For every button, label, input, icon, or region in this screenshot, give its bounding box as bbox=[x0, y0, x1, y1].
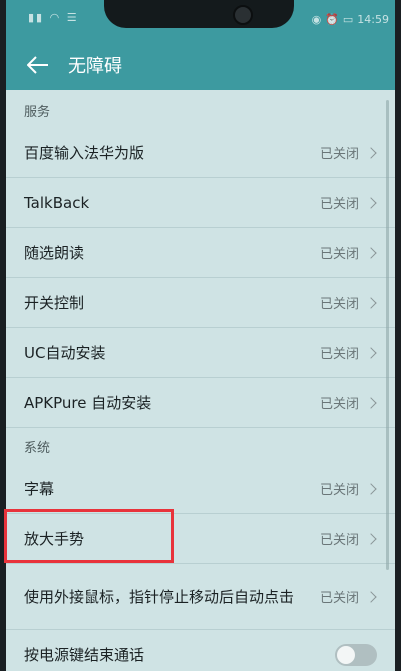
list-item[interactable]: UC自动安装 已关闭 bbox=[6, 328, 395, 378]
bezel-right bbox=[395, 0, 401, 671]
item-status: 已关闭 bbox=[319, 533, 359, 548]
list-item[interactable]: 随选朗读 已关闭 bbox=[6, 228, 395, 278]
status-right: ◉ ⏰ ▭ 14:59 bbox=[312, 13, 389, 26]
scrollbar[interactable] bbox=[386, 100, 389, 570]
clock: 14:59 bbox=[357, 13, 389, 26]
chevron-right-icon bbox=[365, 396, 377, 409]
item-label: 百度输入法华为版 bbox=[24, 143, 145, 162]
chevron-right-icon bbox=[365, 246, 377, 259]
end-call-toggle[interactable] bbox=[335, 644, 377, 666]
item-status: 已关闭 bbox=[319, 297, 359, 312]
chevron-right-icon bbox=[365, 532, 377, 545]
section-header-services: 服务 bbox=[24, 104, 51, 120]
item-label: 随选朗读 bbox=[24, 243, 85, 262]
arrow-left-icon bbox=[27, 56, 48, 74]
page-title: 无障碍 bbox=[68, 56, 122, 77]
item-label: APKPure 自动安装 bbox=[24, 393, 152, 412]
item-status: 已关闭 bbox=[319, 397, 359, 412]
item-label: 字幕 bbox=[24, 479, 55, 498]
chevron-right-icon bbox=[365, 146, 377, 159]
item-label: 放大手势 bbox=[24, 529, 85, 548]
list-item[interactable]: 开关控制 已关闭 bbox=[6, 278, 395, 328]
phone-frame: ▮▮ ◠ ☰ ◉ ⏰ ▭ 14:59 无障碍 服务 百度输入法华为版 已关闭 T… bbox=[0, 0, 401, 671]
section-header-system: 系统 bbox=[24, 440, 51, 456]
item-status: 已关闭 bbox=[319, 591, 359, 606]
front-camera bbox=[233, 5, 253, 25]
item-status: 已关闭 bbox=[319, 347, 359, 362]
app-bar: 无障碍 bbox=[6, 40, 395, 90]
item-label: 开关控制 bbox=[24, 293, 85, 312]
eye-icon: ◉ bbox=[311, 13, 322, 26]
list-item[interactable]: TalkBack 已关闭 bbox=[6, 178, 395, 228]
battery-icon: ▭ bbox=[342, 13, 354, 26]
item-status: 已关闭 bbox=[319, 483, 359, 498]
chevron-right-icon bbox=[365, 482, 377, 495]
item-label: 按电源键结束通话 bbox=[24, 646, 145, 664]
chevron-right-icon bbox=[365, 590, 377, 603]
list-item[interactable]: 字幕 已关闭 bbox=[6, 464, 395, 514]
back-button[interactable] bbox=[16, 43, 60, 87]
list-item-magnification-gesture[interactable]: 放大手势 已关闭 bbox=[6, 514, 395, 564]
settings-list: 服务 百度输入法华为版 已关闭 TalkBack 已关闭 随选朗读 已关闭 开关… bbox=[6, 92, 395, 671]
item-status: 已关闭 bbox=[319, 247, 359, 262]
alarm-icon: ⏰ bbox=[325, 13, 339, 26]
item-label: TalkBack bbox=[24, 193, 90, 212]
item-status: 已关闭 bbox=[319, 197, 359, 212]
item-label: UC自动安装 bbox=[24, 343, 106, 362]
chevron-right-icon bbox=[365, 296, 377, 309]
list-item[interactable]: APKPure 自动安装 已关闭 bbox=[6, 378, 395, 428]
chevron-right-icon bbox=[365, 346, 377, 359]
toggle-knob bbox=[337, 646, 355, 664]
status-bar: ▮▮ ◠ ☰ ◉ ⏰ ▭ 14:59 bbox=[6, 0, 395, 40]
signal-icons: ▮▮ ◠ ☰ bbox=[28, 11, 79, 24]
list-item[interactable]: 按电源键结束通话 bbox=[6, 630, 395, 671]
list-item[interactable]: 使用外接鼠标，指针停止移动后自动点击 已关闭 bbox=[6, 564, 395, 630]
screen: ▮▮ ◠ ☰ ◉ ⏰ ▭ 14:59 无障碍 服务 百度输入法华为版 已关闭 T… bbox=[6, 0, 395, 671]
notch bbox=[104, 0, 294, 28]
list-item[interactable]: 百度输入法华为版 已关闭 bbox=[6, 128, 395, 178]
chevron-right-icon bbox=[365, 196, 377, 209]
item-status: 已关闭 bbox=[319, 147, 359, 162]
item-label: 使用外接鼠标，指针停止移动后自动点击 bbox=[24, 587, 295, 606]
